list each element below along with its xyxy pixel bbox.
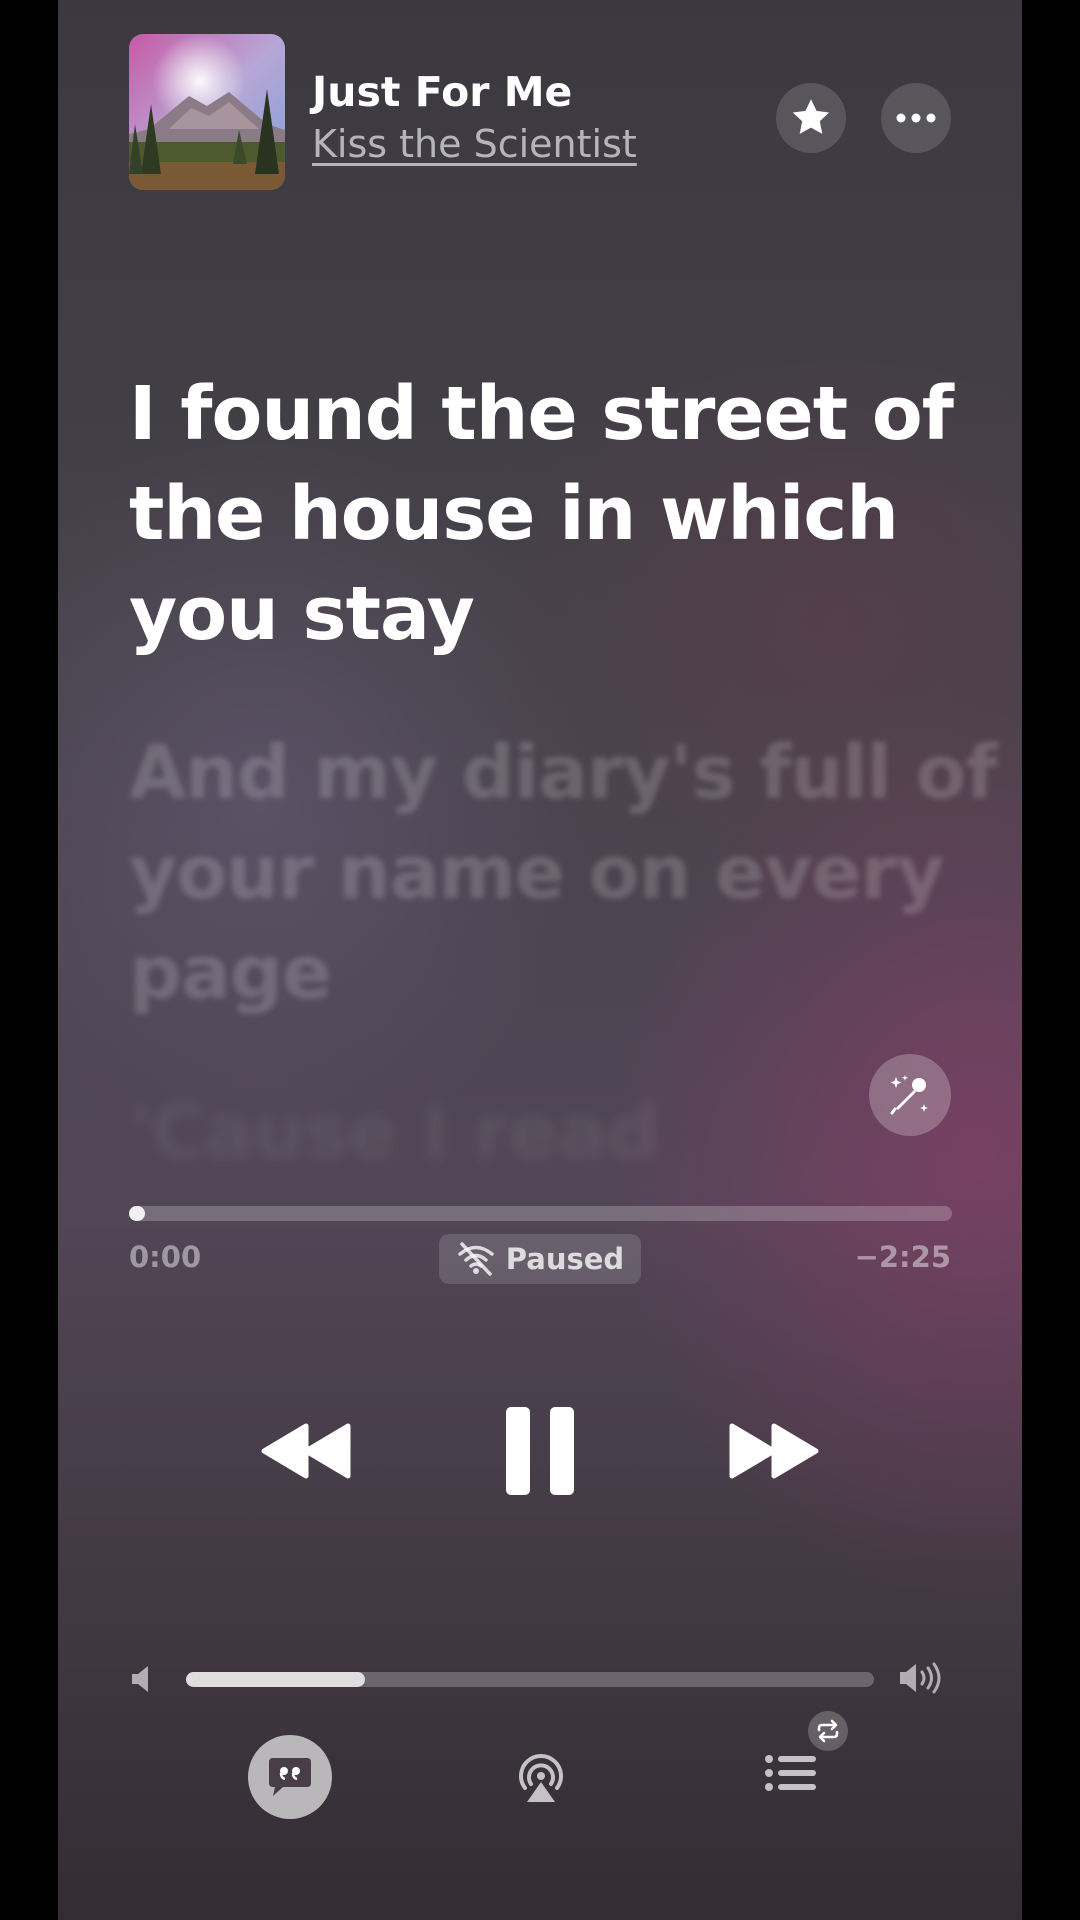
microphone-sparkle-icon — [890, 1075, 928, 1115]
airplay-icon — [519, 1754, 563, 1802]
sing-button[interactable] — [869, 1054, 951, 1136]
favorite-button[interactable] — [776, 83, 846, 153]
now-playing-screen: Just For Me Kiss the Scientist I found t… — [58, 0, 1022, 1920]
backward-icon — [261, 1423, 351, 1479]
ellipsis-icon — [896, 113, 936, 123]
album-artwork[interactable] — [129, 34, 285, 190]
volume-slider[interactable] — [186, 1672, 874, 1687]
star-icon — [792, 99, 830, 134]
wifi-slash-icon — [458, 1242, 494, 1276]
airplay-button[interactable] — [513, 1750, 569, 1806]
queue-button[interactable] — [764, 1752, 818, 1800]
elapsed-time: 0:00 — [129, 1240, 202, 1274]
speaker-high-icon — [898, 1660, 946, 1700]
more-options-button[interactable] — [881, 83, 951, 153]
rewind-button[interactable] — [258, 1420, 358, 1482]
forward-icon — [729, 1423, 819, 1479]
forward-button[interactable] — [722, 1420, 822, 1482]
playback-scrubber[interactable] — [129, 1206, 952, 1221]
repeat-indicator[interactable] — [808, 1711, 848, 1751]
pause-button[interactable] — [504, 1405, 576, 1497]
repeat-icon — [817, 1719, 839, 1743]
speaker-low-icon — [130, 1663, 154, 1699]
lyric-line-current[interactable]: I found the street of the house in which… — [129, 364, 1009, 664]
list-icon — [765, 1755, 816, 1791]
playback-progress-fill — [129, 1206, 146, 1221]
remaining-time: −2:25 — [854, 1240, 951, 1274]
lyric-line-next[interactable]: And my diary's full of your name on ever… — [129, 723, 1009, 1023]
song-title: Just For Me — [312, 68, 573, 116]
paused-status-label: Paused — [505, 1242, 625, 1276]
quote-bubble-icon — [269, 1758, 311, 1796]
volume-level-fill — [186, 1672, 365, 1687]
lyrics-toggle-button[interactable] — [248, 1735, 332, 1819]
pause-icon — [506, 1407, 574, 1495]
paused-status-badge: Paused — [439, 1234, 641, 1284]
artist-link[interactable]: Kiss the Scientist — [312, 122, 637, 166]
